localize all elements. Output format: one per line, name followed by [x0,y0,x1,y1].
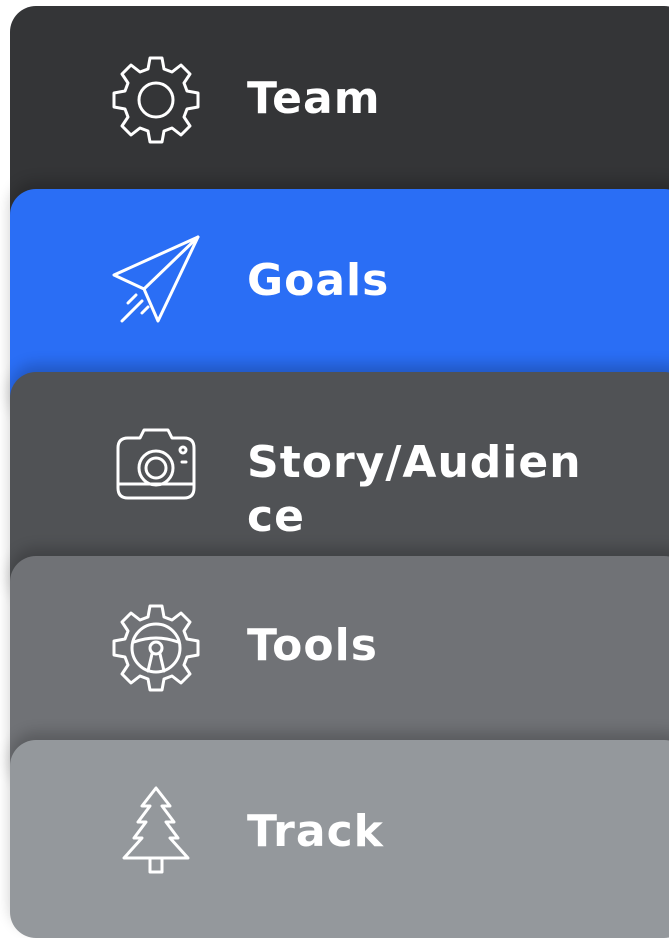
steering-wheel-gear-icon [108,600,204,696]
gear-icon [108,52,204,148]
menu-item-track[interactable]: Track [10,740,669,938]
paper-plane-icon [108,233,204,329]
stacked-menu: Team Goals Story/Audience Tools Track [0,0,669,938]
menu-item-label: Tools [247,620,378,671]
menu-item-label: Story/Audience [247,437,582,542]
menu-item-label: Track [247,806,384,857]
menu-item-label: Goals [247,255,390,306]
menu-item-label: Team [247,73,381,124]
camera-icon [108,418,204,514]
pine-tree-icon [108,784,204,880]
